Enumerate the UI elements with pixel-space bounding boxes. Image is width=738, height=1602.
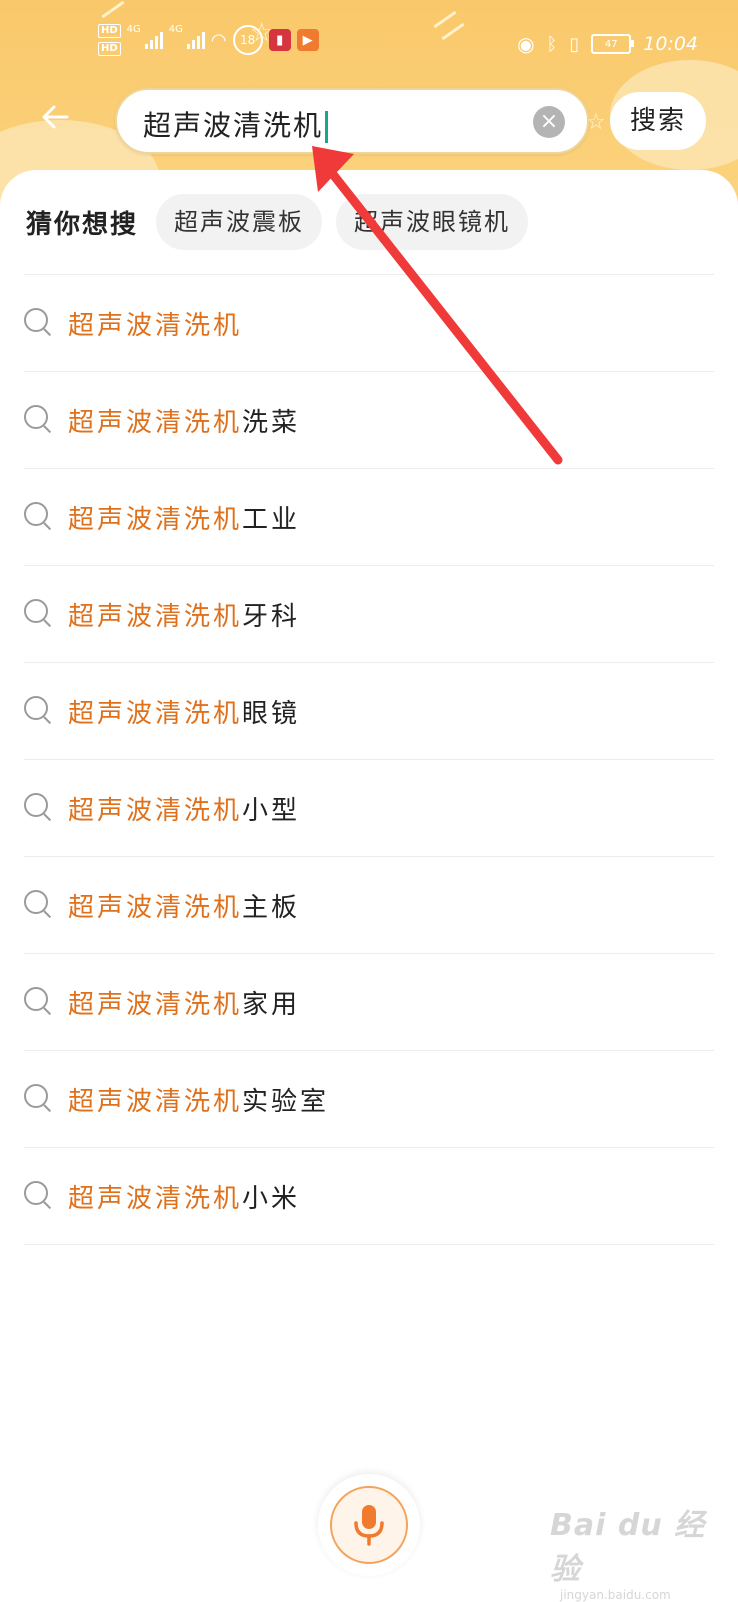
- hd-badge: HD: [98, 24, 121, 38]
- result-suffix: 小型: [242, 795, 301, 826]
- status-bar: HD HD 4G 4G ◠ 18 ▮ ▶ ◉ ᛒ ▯ 47 10:04: [0, 24, 738, 64]
- result-highlight: 超声波清洗机: [68, 795, 243, 826]
- search-query: 超声波清洗机: [143, 104, 329, 144]
- result-highlight: 超声波清洗机: [68, 1086, 243, 1117]
- watermark: Bai du 经验 jingyan.baidu.com: [550, 1500, 720, 1602]
- book-app-icon: ▮: [268, 29, 291, 51]
- result-suffix: 眼镜: [242, 698, 301, 729]
- list-item[interactable]: 超声波清洗机 工业: [24, 469, 714, 566]
- search-icon: [24, 1084, 54, 1114]
- search-icon: [24, 987, 54, 1017]
- search-icon: [24, 890, 54, 920]
- search-icon: [24, 502, 54, 532]
- suggestion-chip[interactable]: 超声波眼镜机: [336, 194, 529, 250]
- result-suffix: 工业: [242, 504, 301, 535]
- search-input[interactable]: 超声波清洗机 ×: [115, 88, 589, 154]
- status-left: HD HD 4G 4G ◠ 18 ▮ ▶: [98, 24, 319, 56]
- result-suffix: 主板: [242, 892, 301, 923]
- result-highlight: 超声波清洗机: [68, 407, 243, 438]
- list-item[interactable]: 超声波清洗机: [24, 275, 714, 372]
- dash-decoration: [101, 0, 125, 19]
- list-item[interactable]: 超声波清洗机 小米: [24, 1148, 714, 1245]
- list-item[interactable]: 超声波清洗机 主板: [24, 857, 714, 954]
- list-item[interactable]: 超声波清洗机 小型: [24, 760, 714, 857]
- signal-icon: [144, 31, 163, 49]
- list-item[interactable]: 超声波清洗机 实验室: [24, 1051, 714, 1148]
- clock: 10:04: [643, 33, 698, 55]
- suggestion-chip[interactable]: 超声波震板: [156, 194, 323, 250]
- result-highlight: 超声波清洗机: [68, 310, 243, 341]
- result-highlight: 超声波清洗机: [68, 989, 243, 1020]
- search-icon: [24, 793, 54, 823]
- voice-search-container: [318, 1474, 420, 1576]
- clear-icon[interactable]: ×: [533, 106, 565, 138]
- list-item[interactable]: 超声波清洗机 家用: [24, 954, 714, 1051]
- status-right: ◉ ᛒ ▯ 47 10:04: [517, 32, 698, 56]
- wifi-icon: ◠: [210, 29, 227, 51]
- result-suffix: 小米: [242, 1183, 301, 1214]
- suggestion-row: 猜你想搜 超声波震板 超声波眼镜机: [26, 194, 542, 250]
- search-query-text: 超声波清洗机: [143, 109, 324, 142]
- result-suffix: 家用: [242, 989, 301, 1020]
- network-type: 4G: [126, 24, 141, 35]
- suggestion-title: 猜你想搜: [26, 209, 139, 240]
- result-suffix: 洗菜: [242, 407, 301, 438]
- search-icon: [24, 308, 54, 338]
- result-highlight: 超声波清洗机: [68, 601, 243, 632]
- notification-badge: 18: [232, 25, 263, 55]
- result-highlight: 超声波清洗机: [68, 1183, 243, 1214]
- search-icon: [24, 1181, 54, 1211]
- eye-icon: ◉: [517, 32, 535, 56]
- result-suffix: 实验室: [242, 1086, 330, 1117]
- result-highlight: 超声波清洗机: [68, 698, 243, 729]
- hd-badges: HD HD: [98, 24, 121, 56]
- watermark-main: Bai du 经验: [550, 1508, 706, 1587]
- microphone-icon[interactable]: [330, 1486, 408, 1564]
- content-panel: 猜你想搜 超声波震板 超声波眼镜机 超声波清洗机 超声波清洗机 洗菜 超声波清洗机…: [0, 170, 738, 1600]
- network-type: 4G: [168, 24, 183, 35]
- list-item[interactable]: 超声波清洗机 洗菜: [24, 372, 714, 469]
- text-caret: [325, 111, 329, 143]
- search-icon: [24, 405, 54, 435]
- search-icon: [24, 599, 54, 629]
- back-arrow-icon[interactable]: [36, 100, 76, 140]
- search-icon: [24, 696, 54, 726]
- list-item[interactable]: 超声波清洗机 牙科: [24, 566, 714, 663]
- video-app-icon: ▶: [296, 29, 319, 51]
- hd-badge: HD: [98, 42, 121, 56]
- result-highlight: 超声波清洗机: [68, 892, 243, 923]
- list-item[interactable]: 超声波清洗机 眼镜: [24, 663, 714, 760]
- vibrate-icon: ▯: [569, 33, 580, 55]
- signal-icon: [186, 31, 205, 49]
- search-button[interactable]: 搜索: [610, 92, 706, 150]
- bluetooth-icon: ᛒ: [546, 33, 558, 55]
- result-highlight: 超声波清洗机: [68, 504, 243, 535]
- battery-icon: 47: [591, 34, 635, 54]
- result-suffix: 牙科: [242, 601, 301, 632]
- result-list: 超声波清洗机 超声波清洗机 洗菜 超声波清洗机 工业 超声波清洗机 牙科 超声波清洗机…: [24, 275, 714, 1245]
